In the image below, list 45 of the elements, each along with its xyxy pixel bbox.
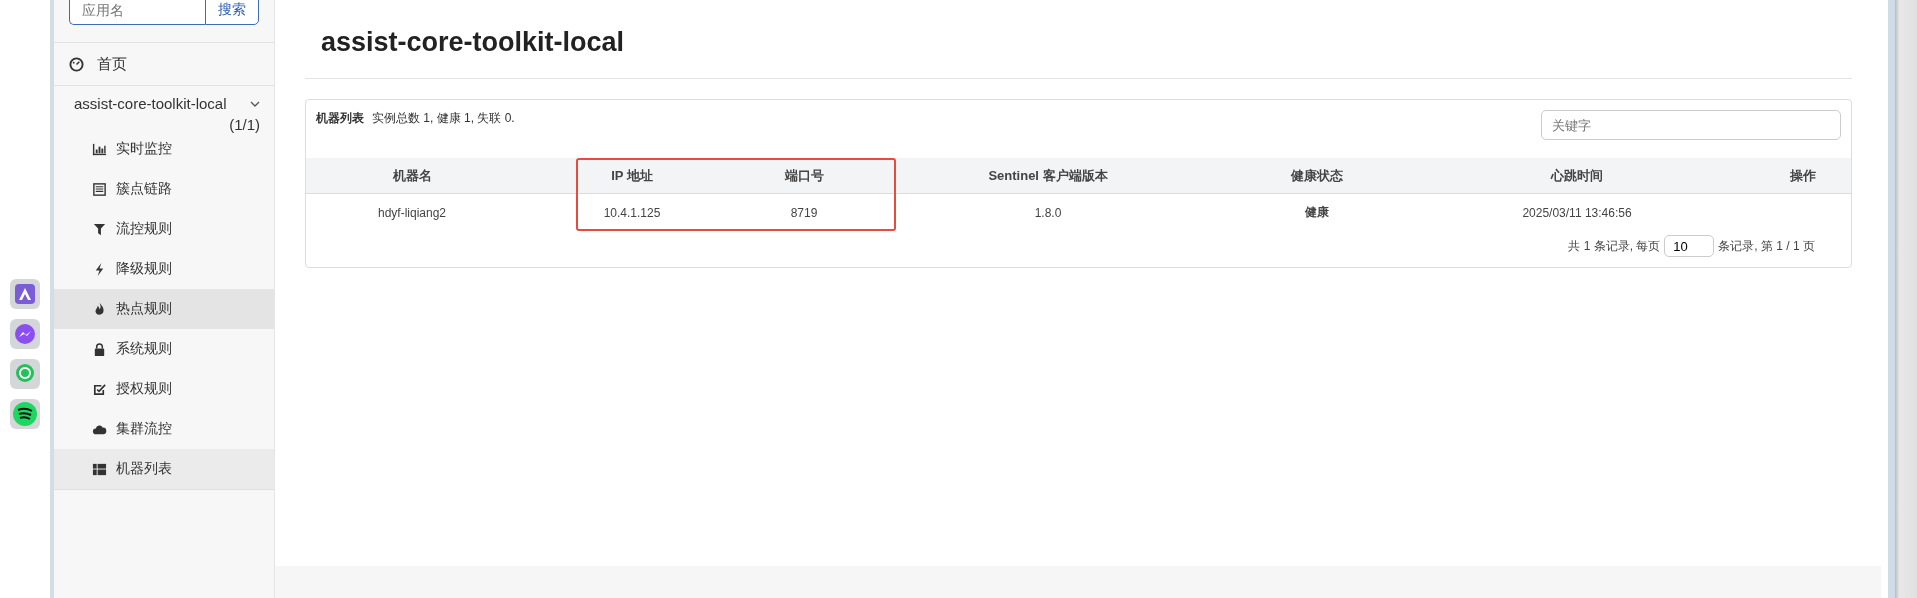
keyword-search-field[interactable]: 关键字 [1541,110,1841,140]
chevron-icon[interactable] [250,100,260,107]
dashboard-icon [69,56,84,72]
page-title: assist-core-toolkit-local [305,0,1852,79]
table-cell-text: 8719 [790,204,818,222]
panel-title: 机器列表 [316,110,364,127]
grid-icon [92,461,107,477]
column-header: 健康状态 [1291,167,1343,185]
filter-icon [92,221,107,237]
checkbox-icon [92,381,107,397]
table-cell-text: 2025/03/11 13:46:56 [1522,204,1632,222]
bar-chart-icon [92,141,107,157]
scrollbar[interactable] [1895,0,1917,598]
search-button[interactable]: 搜索 [205,0,259,25]
table-cell-text: 健康 [1305,204,1329,221]
menu-item[interactable]: 热点规则 [54,289,274,329]
column-header: 操作 [1789,167,1816,185]
instance-count: (1/1) [229,116,260,133]
column-header: 机器名 [392,167,432,185]
app-name[interactable]: assist-core-toolkit-local [74,95,227,112]
page-info: 条记录, 第 1 / 1 页 [1718,237,1815,255]
menu-item[interactable]: 降级规则 [54,249,274,289]
table-cell-text: hdyf-liqiang2 [377,204,446,222]
column-header: 端口号 [784,167,824,185]
column-header: IP 地址 [611,167,653,185]
menu-item[interactable]: 集群流控 [54,409,274,449]
menu-item[interactable]: 机器列表 [54,449,274,490]
app-search-field[interactable]: 应用名 [69,0,205,25]
home-menu-item[interactable]: 首页 [54,42,274,86]
page-size-field[interactable]: 10 [1664,235,1715,257]
column-header: 心跳时间 [1551,167,1603,185]
menu-item[interactable]: 系统规则 [54,329,274,369]
app-icon[interactable] [9,278,41,310]
lock-icon [92,341,107,357]
music-icon[interactable] [9,398,41,430]
menu-item[interactable]: 授权规则 [54,369,274,409]
table-cell-text: 10.4.1.125 [603,204,661,222]
column-header: Sentinel 客户端版本 [988,167,1108,185]
list-icon [92,181,107,197]
menu-item[interactable]: 流控规则 [54,209,274,249]
table-cell-text: 1.8.0 [1034,204,1062,222]
messenger-icon[interactable] [9,318,41,350]
menu-item[interactable]: 簇点链路 [54,169,274,209]
record-count: 共 1 条记录, 每页 [1568,237,1661,255]
instance-summary: 实例总数 1, 健康 1, 失联 0. [372,110,515,127]
